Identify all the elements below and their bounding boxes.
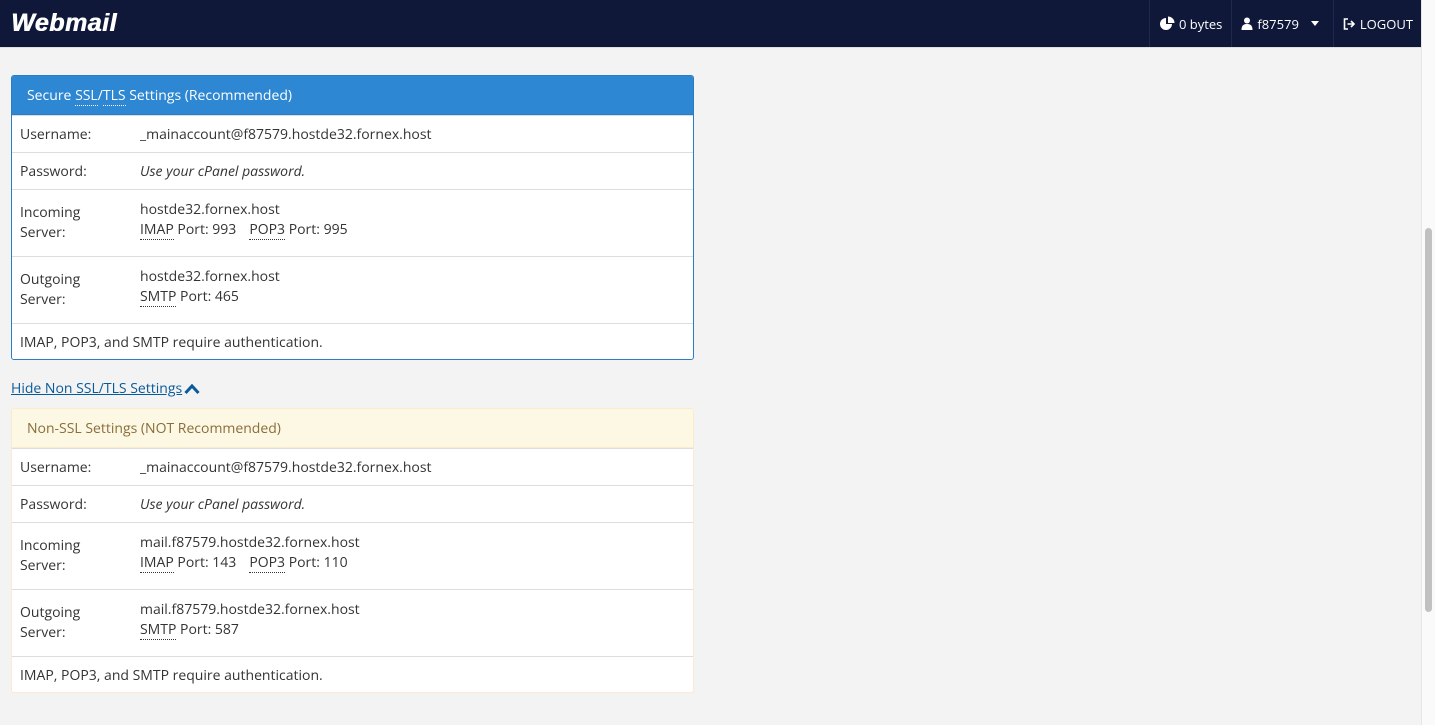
smtp-port: Port: 587 bbox=[176, 620, 239, 639]
pop3-abbr: POP3 bbox=[249, 220, 286, 240]
password-value: Use your cPanel password. bbox=[140, 495, 685, 514]
password-value: Use your cPanel password. bbox=[140, 162, 685, 181]
outgoing-label-line2: Server: bbox=[20, 623, 66, 642]
nonssl-outgoing-row: Outgoing Server: mail.f87579.hostde32.for… bbox=[12, 589, 693, 656]
ssl-username-row: Username: _mainaccount@f87579.hostde32.f… bbox=[12, 115, 693, 152]
pop3-abbr: POP3 bbox=[249, 553, 286, 573]
caret-down-icon bbox=[1310, 21, 1319, 26]
disk-quota[interactable]: 0 bytes bbox=[1148, 0, 1231, 47]
username-value: _mainaccount@f87579.hostde32.fornex.host bbox=[140, 124, 432, 144]
incoming-label-line1: Incoming bbox=[20, 536, 81, 555]
webmail-logo[interactable]: Webmail bbox=[11, 8, 117, 38]
smtp-port: Port: 465 bbox=[176, 287, 239, 306]
password-hint: Use your cPanel password. bbox=[140, 494, 306, 514]
password-label: Password: bbox=[20, 161, 87, 181]
ssl-panel-title: Secure SSL/TLS Settings (Recommended) bbox=[12, 76, 693, 115]
tls-abbr: TLS bbox=[102, 86, 126, 106]
imap-abbr: IMAP bbox=[140, 553, 174, 573]
username-label: Username: bbox=[20, 457, 92, 477]
incoming-label-line1: Incoming bbox=[20, 203, 81, 222]
top-right-menu: 0 bytes f87579 LOGOUT bbox=[1148, 0, 1421, 47]
username-text: f87579 bbox=[1257, 14, 1299, 33]
outgoing-ports: SMTP Port: 587 bbox=[140, 620, 685, 640]
logout-button[interactable]: LOGOUT bbox=[1332, 0, 1421, 47]
ssl-title-suffix: Settings (Recommended) bbox=[125, 86, 293, 105]
smtp-abbr: SMTP bbox=[140, 287, 177, 307]
imap-abbr: IMAP bbox=[140, 220, 174, 240]
outgoing-host: mail.f87579.hostde32.fornex.host bbox=[140, 600, 360, 619]
user-menu[interactable]: f87579 bbox=[1231, 0, 1333, 47]
nonssl-auth-note: IMAP, POP3, and SMTP require authenticat… bbox=[12, 656, 693, 692]
nonssl-incoming-row: Incoming Server: mail.f87579.hostde32.for… bbox=[12, 522, 693, 589]
chevron-up-icon bbox=[184, 383, 200, 394]
scrollbar-thumb[interactable] bbox=[1425, 228, 1432, 612]
pie-chart-icon bbox=[1159, 16, 1175, 30]
username-value: _mainaccount@f87579.hostde32.fornex.host bbox=[140, 457, 432, 477]
incoming-label-line2: Server: bbox=[20, 223, 66, 242]
logout-label: LOGOUT bbox=[1359, 14, 1413, 33]
incoming-host: hostde32.fornex.host bbox=[140, 200, 280, 219]
incoming-server-label: Incoming Server: bbox=[20, 533, 140, 589]
outgoing-ports: SMTP Port: 465 bbox=[140, 287, 685, 307]
imap-port: Port: 993 bbox=[173, 220, 237, 239]
ssl-title-prefix: Secure bbox=[27, 86, 76, 105]
nonssl-username-row: Username: _mainaccount@f87579.hostde32.f… bbox=[12, 448, 693, 485]
outgoing-host: hostde32.fornex.host bbox=[140, 267, 280, 286]
password-hint: Use your cPanel password. bbox=[140, 161, 306, 181]
incoming-server-label: Incoming Server: bbox=[20, 200, 140, 256]
smtp-abbr: SMTP bbox=[140, 620, 177, 640]
imap-port: Port: 143 bbox=[173, 553, 237, 572]
incoming-host: mail.f87579.hostde32.fornex.host bbox=[140, 533, 360, 552]
top-navbar: Webmail 0 bytes f87579 LOGOUT bbox=[0, 0, 1421, 48]
pop3-port: Port: 110 bbox=[285, 553, 348, 572]
toggle-label: Hide Non SSL/TLS Settings bbox=[11, 379, 183, 398]
hide-non-ssl-toggle-link[interactable]: Hide Non SSL/TLS Settings bbox=[11, 379, 200, 398]
password-label: Password: bbox=[20, 494, 87, 514]
outgoing-label-line2: Server: bbox=[20, 290, 66, 309]
ssl-auth-note: IMAP, POP3, and SMTP require authenticat… bbox=[12, 323, 693, 359]
ssl-outgoing-row: Outgoing Server: hostde32.fornex.host SMT… bbox=[12, 256, 693, 323]
outgoing-server-label: Outgoing Server: bbox=[20, 600, 140, 656]
ssl-settings-panel: Secure SSL/TLS Settings (Recommended) Us… bbox=[11, 75, 694, 360]
pop3-port: Port: 995 bbox=[285, 220, 348, 239]
non-ssl-settings-panel: Non-SSL Settings (NOT Recommended) Usern… bbox=[11, 408, 694, 693]
logout-icon bbox=[1343, 17, 1356, 30]
scrollbar[interactable] bbox=[1421, 0, 1435, 725]
ssl-incoming-row: Incoming Server: hostde32.fornex.host IMA… bbox=[12, 189, 693, 256]
outgoing-server-label: Outgoing Server: bbox=[20, 267, 140, 323]
ssl-abbr: SSL bbox=[75, 86, 98, 106]
quota-text: 0 bytes bbox=[1178, 14, 1223, 33]
incoming-ports: IMAP Port: 143 POP3 Port: 110 bbox=[140, 553, 685, 573]
ssl-password-row: Password: Use your cPanel password. bbox=[12, 152, 693, 189]
outgoing-label-line1: Outgoing bbox=[20, 603, 81, 622]
user-icon bbox=[1241, 17, 1253, 30]
incoming-label-line2: Server: bbox=[20, 556, 66, 575]
username-label: Username: bbox=[20, 124, 92, 144]
non-ssl-panel-title: Non-SSL Settings (NOT Recommended) bbox=[12, 409, 693, 448]
incoming-ports: IMAP Port: 993 POP3 Port: 995 bbox=[140, 220, 685, 240]
outgoing-server-value: hostde32.fornex.host SMTP Port: 465 bbox=[140, 267, 685, 323]
outgoing-server-value: mail.f87579.hostde32.fornex.host SMTP Po… bbox=[140, 600, 685, 656]
incoming-server-value: hostde32.fornex.host IMAP Port: 993 POP3 … bbox=[140, 200, 685, 256]
nonssl-password-row: Password: Use your cPanel password. bbox=[12, 485, 693, 522]
incoming-server-value: mail.f87579.hostde32.fornex.host IMAP Po… bbox=[140, 533, 685, 589]
outgoing-label-line1: Outgoing bbox=[20, 270, 81, 289]
